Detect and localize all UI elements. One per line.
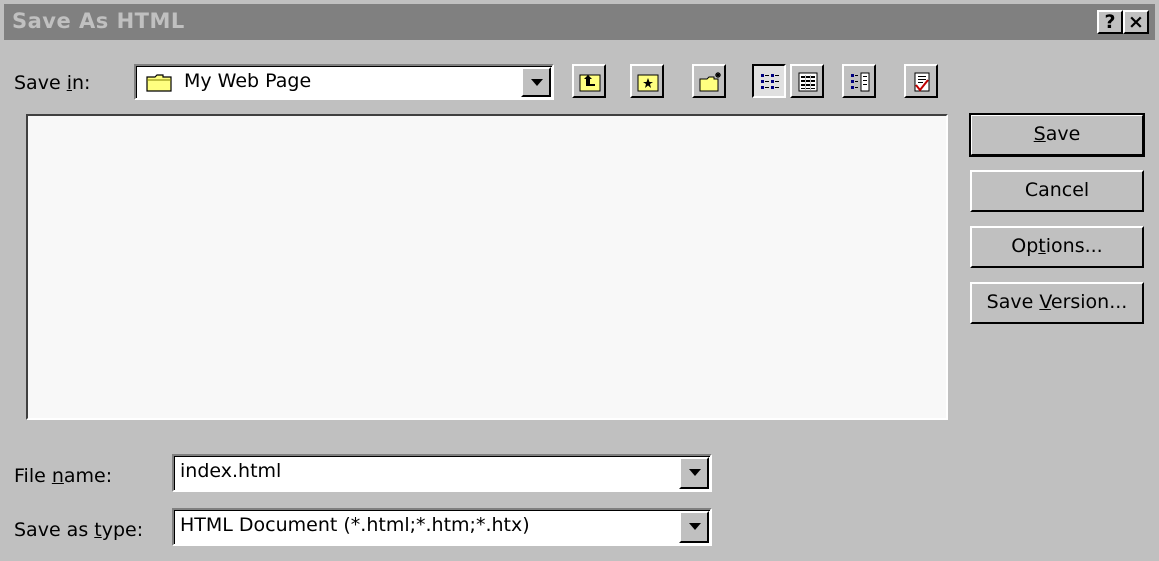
up-one-level-button[interactable]: [572, 64, 606, 98]
help-button[interactable]: ?: [1097, 10, 1123, 34]
options-button[interactable]: Options...: [970, 226, 1144, 268]
file-name-input[interactable]: index.html: [172, 454, 712, 492]
properties-view-button[interactable]: [842, 64, 876, 98]
help-icon: ?: [1104, 10, 1116, 33]
save-in-label: Save in:: [14, 72, 91, 94]
create-new-folder-button[interactable]: [692, 64, 726, 98]
look-in-favorites-button[interactable]: [630, 64, 664, 98]
close-button[interactable]: ×: [1123, 10, 1149, 34]
cancel-button[interactable]: Cancel: [970, 170, 1144, 212]
save-as-type-label: Save as type:: [14, 519, 144, 541]
save-version-button[interactable]: Save Version...: [970, 282, 1144, 324]
file-name-dropdown-button[interactable]: [679, 457, 709, 489]
save-in-dropdown-button[interactable]: [521, 67, 551, 97]
folder-up-icon: [579, 74, 601, 92]
commands-icon: [914, 72, 930, 92]
chevron-down-icon: [531, 79, 543, 86]
properties-view-icon: [851, 72, 870, 92]
file-name-value: index.html: [180, 460, 282, 482]
save-as-type-dropdown[interactable]: HTML Document (*.html;*.htm;*.htx): [172, 508, 712, 546]
commands-and-settings-button[interactable]: [904, 64, 938, 98]
list-view-icon: [761, 74, 779, 89]
save-as-html-dialog: Save As HTML ? × Save in: My Web Page Sa…: [0, 0, 1159, 561]
file-name-label: File name:: [14, 465, 113, 487]
save-as-type-value: HTML Document (*.html;*.htm;*.htx): [180, 514, 530, 536]
details-view-button[interactable]: [790, 64, 824, 98]
favorites-folder-icon: [637, 74, 659, 92]
list-view-button[interactable]: [752, 64, 786, 98]
save-as-type-dropdown-button[interactable]: [679, 511, 709, 543]
close-icon: ×: [1128, 10, 1144, 33]
save-in-value: My Web Page: [184, 70, 312, 92]
folder-icon: [146, 74, 172, 92]
save-in-dropdown[interactable]: My Web Page: [134, 64, 554, 100]
dialog-title: Save As HTML: [12, 9, 185, 33]
details-view-icon: [798, 72, 818, 92]
chevron-down-icon: [689, 469, 701, 476]
title-bar[interactable]: Save As HTML ? ×: [4, 4, 1155, 40]
new-folder-icon: [699, 72, 721, 92]
file-list[interactable]: [26, 114, 948, 420]
chevron-down-icon: [689, 523, 701, 530]
save-button[interactable]: Save: [969, 113, 1145, 157]
